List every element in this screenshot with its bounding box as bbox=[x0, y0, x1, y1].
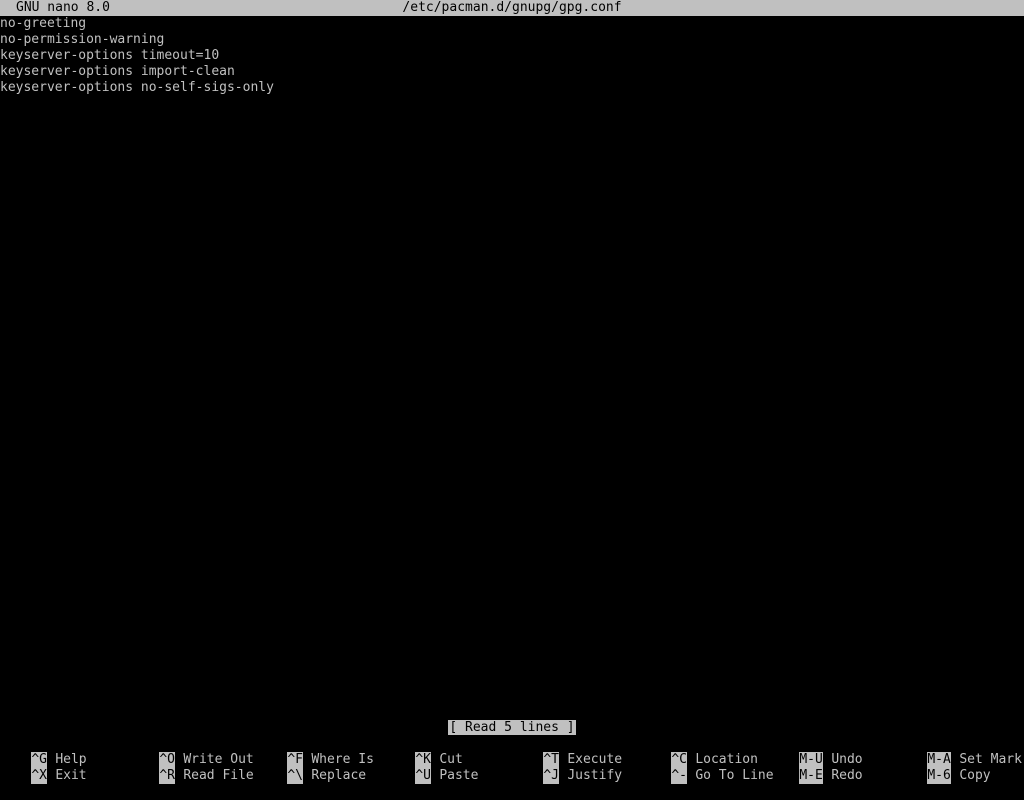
shortcut-bar: ^G Help ^O Write Out ^F Where Is ^K Cut ^T Ex… bbox=[0, 736, 1024, 784]
shortcut-read-file[interactable]: ^R Read File bbox=[128, 752, 254, 784]
shortcut-label: Read File bbox=[183, 768, 254, 783]
shortcut-location[interactable]: ^C Location bbox=[640, 736, 758, 768]
status-message: [ Read 5 lines ] bbox=[448, 720, 576, 735]
shortcut-label: Redo bbox=[831, 768, 863, 783]
title-bar: /etc/pacman.d/gnupg/gpg.conf GNU nano 8.… bbox=[0, 0, 1024, 16]
shortcut-undo[interactable]: M-U Undo bbox=[768, 736, 863, 768]
file-name: /etc/pacman.d/gnupg/gpg.conf bbox=[402, 0, 622, 15]
app-version: GNU nano 8.0 bbox=[16, 0, 110, 15]
shortcut-paste[interactable]: ^U Paste bbox=[384, 752, 478, 784]
status-bar: [ Read 5 lines ] bbox=[0, 720, 1024, 736]
shortcut-help[interactable]: ^G Help bbox=[0, 736, 87, 768]
shortcut-write-out[interactable]: ^O Write Out bbox=[128, 736, 254, 768]
shortcut-key: ^U bbox=[415, 768, 432, 784]
shortcut-replace[interactable]: ^\ Replace bbox=[256, 752, 366, 784]
shortcut-copy[interactable]: M-6 Copy bbox=[896, 752, 991, 784]
shortcut-key: ^X bbox=[31, 768, 48, 784]
shortcut-label: Replace bbox=[311, 768, 367, 783]
shortcut-label: Exit bbox=[55, 768, 87, 783]
editor-area[interactable]: no-greeting no-permission-warning keyser… bbox=[0, 16, 1024, 720]
shortcut-set-mark[interactable]: M-A Set Mark bbox=[896, 736, 1022, 768]
shortcut-key: M-6 bbox=[927, 768, 952, 784]
editor-line[interactable]: keyserver-options no-self-sigs-only bbox=[0, 80, 1024, 96]
editor-line[interactable]: no-permission-warning bbox=[0, 32, 1024, 48]
shortcut-where-is[interactable]: ^F Where Is bbox=[256, 736, 374, 768]
editor-line[interactable]: keyserver-options import-clean bbox=[0, 64, 1024, 80]
shortcut-key: ^\ bbox=[287, 768, 304, 784]
shortcut-label: Copy bbox=[959, 768, 991, 783]
shortcut-label: Paste bbox=[439, 768, 479, 783]
shortcut-execute[interactable]: ^T Execute bbox=[512, 736, 622, 768]
shortcut-key: ^J bbox=[543, 768, 560, 784]
shortcut-cut[interactable]: ^K Cut bbox=[384, 736, 463, 768]
shortcut-label: Justify bbox=[567, 768, 623, 783]
shortcut-justify[interactable]: ^J Justify bbox=[512, 752, 622, 784]
shortcut-redo[interactable]: M-E Redo bbox=[768, 752, 863, 784]
shortcut-key: M-E bbox=[799, 768, 824, 784]
shortcut-exit[interactable]: ^X Exit bbox=[0, 752, 87, 784]
shortcut-key: ^R bbox=[159, 768, 176, 784]
shortcut-label: Go To Line bbox=[695, 768, 774, 783]
shortcut-key: ^- bbox=[671, 768, 688, 784]
shortcut-go-to-line[interactable]: ^- Go To Line bbox=[640, 752, 774, 784]
editor-line[interactable]: keyserver-options timeout=10 bbox=[0, 48, 1024, 64]
editor-line[interactable]: no-greeting bbox=[0, 16, 1024, 32]
